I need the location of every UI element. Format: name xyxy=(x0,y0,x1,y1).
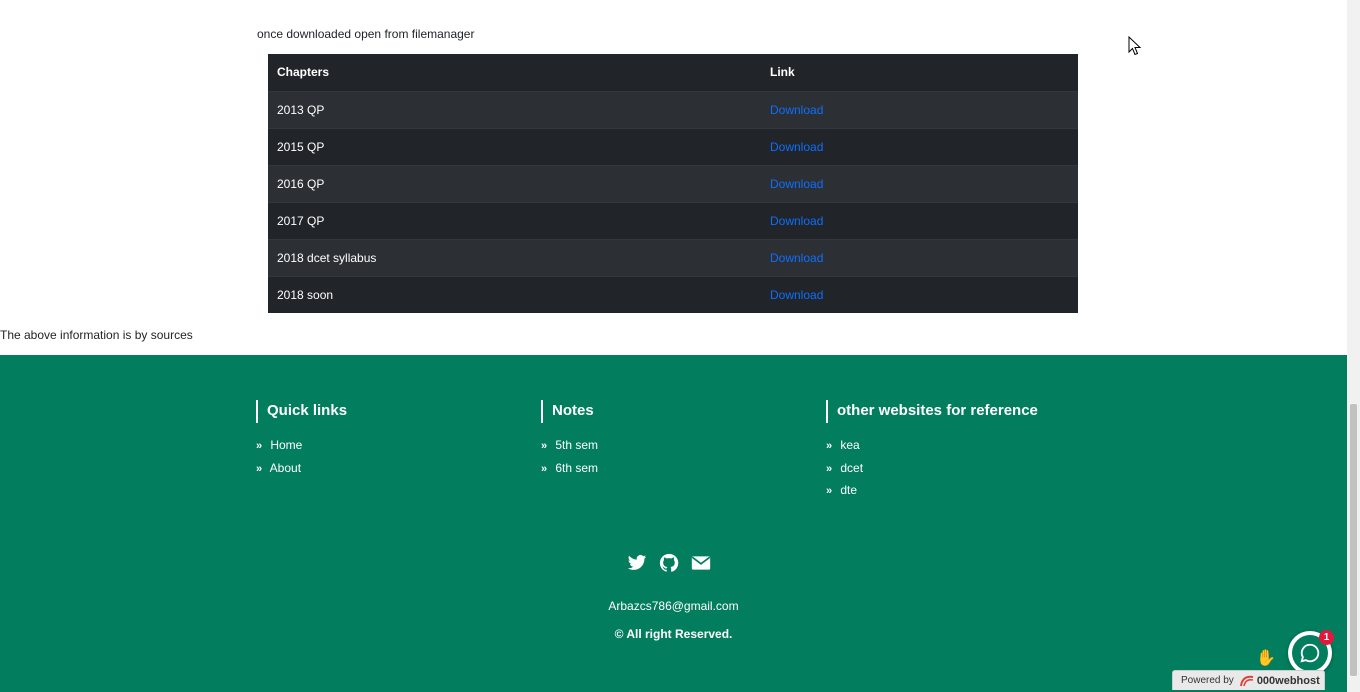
envelope-icon[interactable] xyxy=(691,553,711,573)
site-link-dcet[interactable]: » dcet xyxy=(826,461,863,475)
chapter-cell: 2017 QP xyxy=(268,201,764,239)
vertical-scrollbar[interactable] xyxy=(1347,0,1360,692)
notes-link-6th-sem[interactable]: » 6th sem xyxy=(541,461,598,475)
double-chevron-right-icon: » xyxy=(541,462,547,475)
download-link[interactable]: Download xyxy=(770,288,823,302)
intro-text: once downloaded open from filemanager xyxy=(257,27,475,41)
double-chevron-right-icon: » xyxy=(826,440,832,452)
link-cell: Download xyxy=(764,127,1078,165)
table-row: 2018 soon Download xyxy=(268,275,1078,313)
source-note: The above information is by sources xyxy=(0,328,193,342)
list-item: » dcet xyxy=(826,461,1038,484)
quick-links-column: Quick links » Home » About xyxy=(256,400,347,483)
quick-links-title: Quick links xyxy=(256,400,347,423)
chapter-cell: 2016 QP xyxy=(268,164,764,202)
twitter-icon[interactable] xyxy=(627,553,647,573)
chat-widget[interactable]: We Are Here! ✋ 1 xyxy=(1248,600,1347,675)
table-row: 2017 QP Download xyxy=(268,201,1078,239)
quick-links-list: » Home » About xyxy=(256,438,347,483)
page: once downloaded open from filemanager Ch… xyxy=(0,0,1347,692)
notes-title: Notes xyxy=(541,400,598,423)
site-link-dte[interactable]: » dte xyxy=(826,483,857,497)
link-cell: Download xyxy=(764,201,1078,239)
github-icon[interactable] xyxy=(659,553,679,573)
link-cell: Download xyxy=(764,164,1078,202)
quick-link-about[interactable]: » About xyxy=(256,461,301,475)
downloads-table: Chapters Link 2013 QP Download 2015 QP D… xyxy=(268,54,1078,313)
scrollbar-thumb[interactable] xyxy=(1350,404,1357,676)
double-chevron-right-icon: » xyxy=(256,440,262,452)
table-row: 2018 dcet syllabus Download xyxy=(268,238,1078,276)
site-link-label: dte xyxy=(840,483,858,497)
link-cell: Download xyxy=(764,275,1078,313)
powered-by-brand: 000webhost xyxy=(1239,674,1320,687)
chapter-cell: 2018 soon xyxy=(268,275,764,313)
powered-by-badge[interactable]: Powered by 000webhost xyxy=(1172,670,1325,690)
download-link[interactable]: Download xyxy=(770,214,823,228)
quick-link-label: Home xyxy=(270,438,303,452)
contact-email: Arbazcs786@gmail.com xyxy=(608,599,739,613)
notes-link-5th-sem[interactable]: » 5th sem xyxy=(541,438,598,452)
site-link-label: kea xyxy=(840,438,860,452)
other-websites-title: other websites for reference xyxy=(826,400,1038,423)
list-item: » Home xyxy=(256,438,347,461)
table-row: 2013 QP Download xyxy=(268,90,1078,128)
link-cell: Download xyxy=(764,238,1078,276)
table-row: 2016 QP Download xyxy=(268,164,1078,202)
chapter-cell: 2018 dcet syllabus xyxy=(268,238,764,276)
chapter-cell: 2015 QP xyxy=(268,127,764,165)
site-link-kea[interactable]: » kea xyxy=(826,438,860,452)
waving-hand-icon: ✋ xyxy=(1256,650,1276,667)
list-item: » About xyxy=(256,461,347,484)
copyright-text: © All right Reserved. xyxy=(614,627,733,641)
double-chevron-right-icon: » xyxy=(826,485,832,497)
double-chevron-right-icon: » xyxy=(826,462,832,475)
download-link[interactable]: Download xyxy=(770,177,823,191)
double-chevron-right-icon: » xyxy=(541,440,547,452)
notes-link-label: 5th sem xyxy=(555,438,599,452)
link-header: Link xyxy=(764,54,1078,92)
notes-link-label: 6th sem xyxy=(555,460,599,475)
webhost-logo-icon xyxy=(1239,675,1253,686)
quick-link-label: About xyxy=(269,460,302,475)
social-links xyxy=(627,553,711,573)
site-link-label: dcet xyxy=(840,460,864,475)
chat-badge: 1 xyxy=(1319,630,1334,645)
list-item: » 6th sem xyxy=(541,461,598,484)
list-item: » kea xyxy=(826,438,1038,461)
table-row: 2015 QP Download xyxy=(268,127,1078,165)
chapters-header: Chapters xyxy=(268,54,764,92)
notes-list: » 5th sem » 6th sem xyxy=(541,438,598,483)
other-websites-list: » kea » dcet » dte xyxy=(826,438,1038,506)
mouse-cursor-icon xyxy=(1128,36,1142,56)
quick-link-home[interactable]: » Home xyxy=(256,438,302,452)
notes-column: Notes » 5th sem » 6th sem xyxy=(541,400,598,483)
double-chevron-right-icon: » xyxy=(256,462,262,475)
list-item: » dte xyxy=(826,483,1038,506)
link-cell: Download xyxy=(764,90,1078,128)
table-header-row: Chapters Link xyxy=(268,54,1078,92)
powered-by-prefix: Powered by xyxy=(1181,675,1234,686)
download-link[interactable]: Download xyxy=(770,251,823,265)
download-link[interactable]: Download xyxy=(770,103,823,117)
other-websites-column: other websites for reference » kea » dce… xyxy=(826,400,1038,506)
list-item: » 5th sem xyxy=(541,438,598,461)
powered-by-brand-label: 000webhost xyxy=(1256,674,1320,687)
download-link[interactable]: Download xyxy=(770,140,823,154)
chapter-cell: 2013 QP xyxy=(268,90,764,128)
footer: Quick links » Home » About Notes » 5th s… xyxy=(0,355,1347,692)
